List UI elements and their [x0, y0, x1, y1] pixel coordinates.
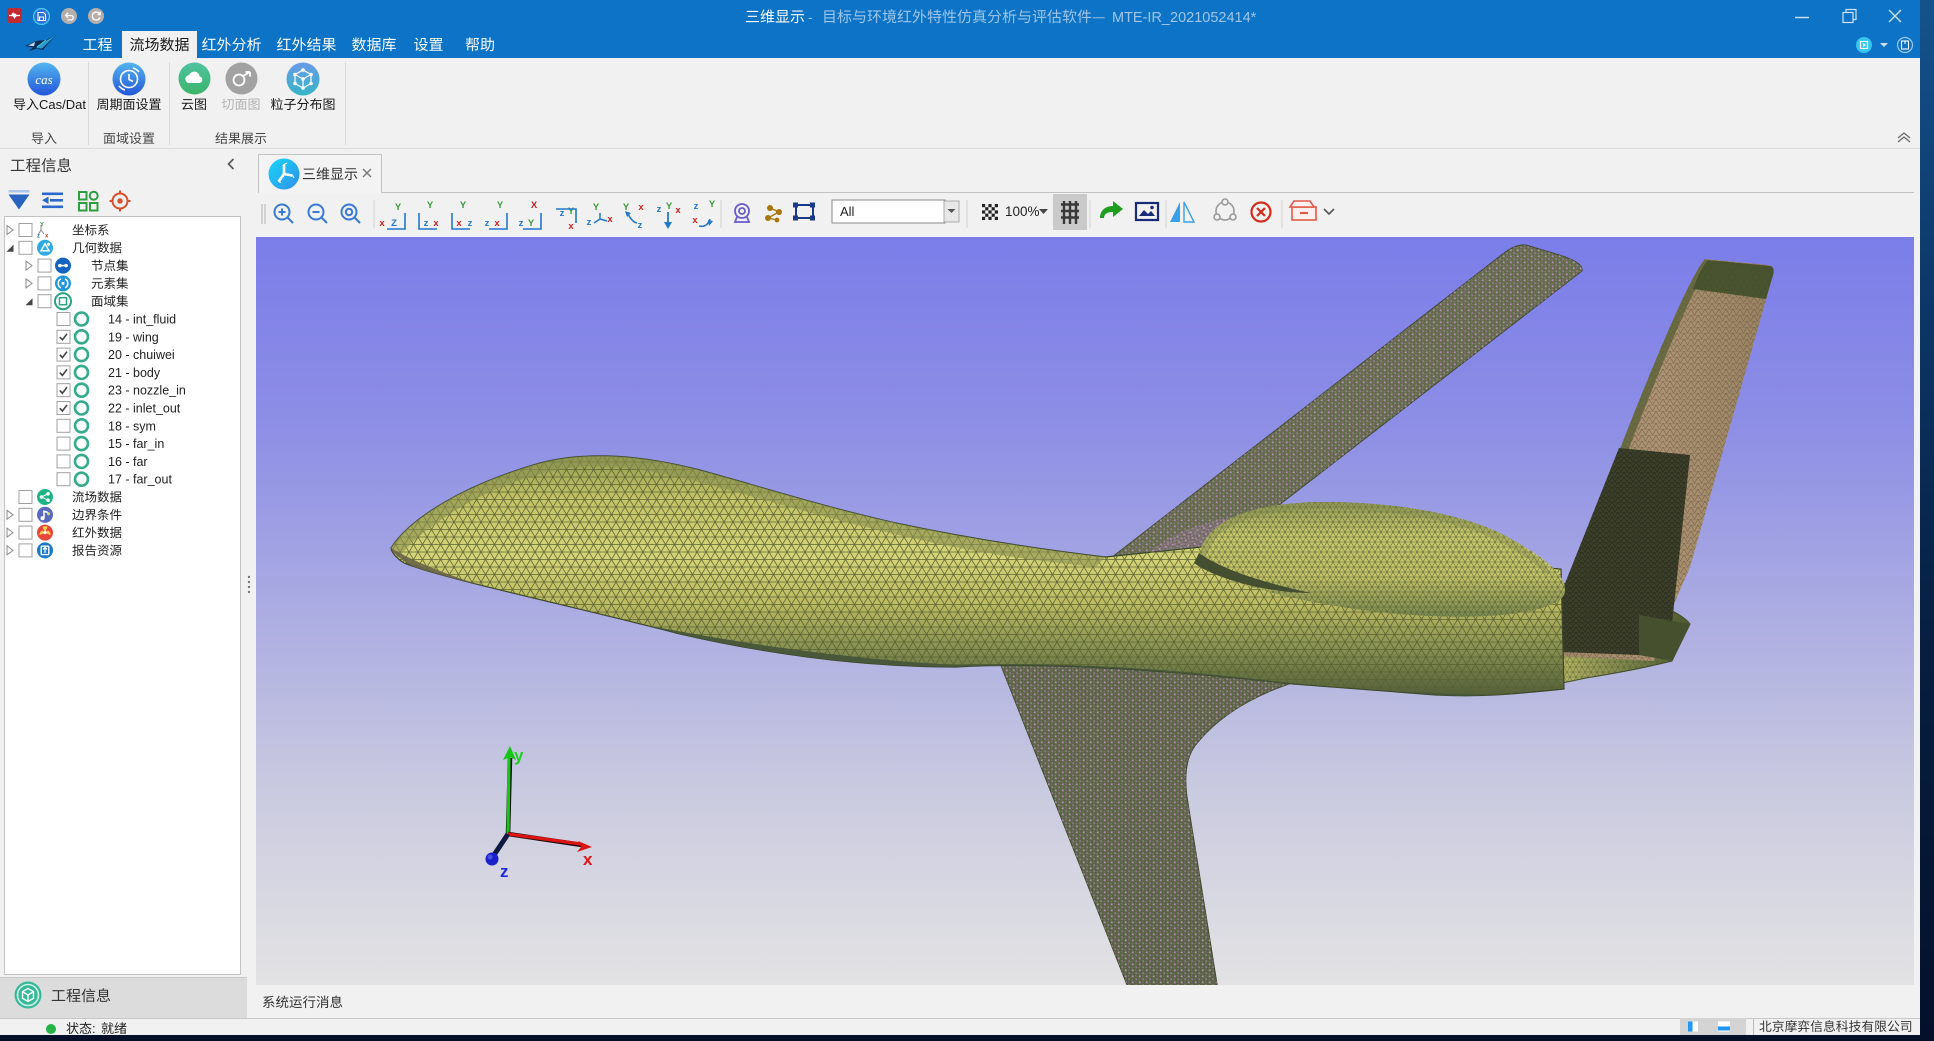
svg-text:z: z: [694, 201, 699, 212]
svg-text:All: All: [840, 204, 855, 219]
svg-text:Y: Y: [623, 202, 630, 213]
svg-text:20 - chuiwei: 20 - chuiwei: [108, 348, 175, 362]
svg-text:x: x: [638, 202, 644, 213]
svg-text:y: y: [514, 746, 524, 765]
svg-text:X: X: [531, 200, 538, 211]
svg-text:x: x: [568, 221, 574, 232]
svg-text:z: z: [424, 218, 429, 229]
svg-text:z: z: [657, 204, 662, 215]
svg-text:Y: Y: [528, 218, 535, 229]
svg-text:Y: Y: [460, 200, 467, 211]
svg-text:Y: Y: [497, 200, 504, 211]
svg-text:x: x: [607, 214, 613, 225]
svg-text:z: z: [519, 218, 524, 229]
svg-text:100%: 100%: [1005, 204, 1040, 219]
svg-text:x: x: [494, 218, 500, 229]
svg-text:x: x: [692, 215, 698, 226]
svg-text:Y: Y: [427, 200, 434, 211]
svg-text:16 - far: 16 - far: [108, 455, 148, 469]
svg-text:z: z: [468, 218, 473, 229]
svg-text:Y: Y: [709, 199, 716, 210]
svg-text:Y: Y: [568, 206, 575, 217]
svg-text:x: x: [583, 850, 593, 869]
svg-text:z: z: [638, 220, 643, 231]
svg-text:19 - wing: 19 - wing: [108, 330, 159, 344]
svg-text:x: x: [675, 205, 681, 216]
svg-text:15 - far_in: 15 - far_in: [108, 437, 164, 451]
svg-text:22 - inlet_out: 22 - inlet_out: [108, 402, 181, 416]
svg-text:z: z: [587, 217, 592, 228]
svg-text:Y: Y: [395, 202, 402, 213]
svg-text:x: x: [433, 218, 439, 229]
svg-text:z: z: [500, 862, 509, 881]
svg-text:x: x: [456, 218, 462, 229]
svg-text:Y: Y: [666, 201, 673, 212]
svg-text:x: x: [379, 218, 385, 229]
svg-text:17 - far_out: 17 - far_out: [108, 473, 172, 487]
svg-text:Y: Y: [593, 202, 600, 213]
svg-text:z: z: [485, 218, 490, 229]
svg-text:23 - nozzle_in: 23 - nozzle_in: [108, 384, 186, 398]
svg-text:21 - body: 21 - body: [108, 366, 161, 380]
svg-text:18 - sym: 18 - sym: [108, 419, 156, 433]
svg-text:cas: cas: [35, 72, 52, 87]
svg-text:x: x: [45, 234, 49, 240]
svg-text:z: z: [37, 234, 40, 240]
svg-text:Y: Y: [40, 223, 44, 229]
svg-text:14 - int_fluid: 14 - int_fluid: [108, 313, 176, 327]
svg-text:Z: Z: [391, 218, 397, 229]
